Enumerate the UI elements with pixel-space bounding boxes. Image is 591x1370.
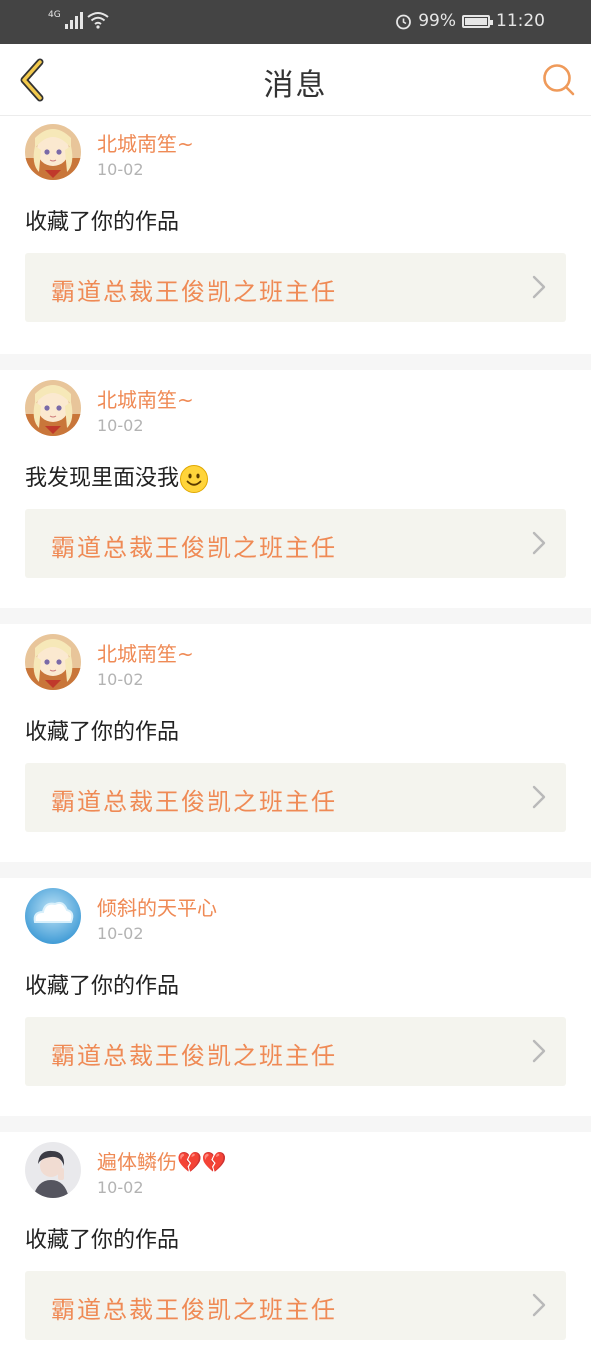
- username-text: 北城南笙~: [97, 388, 194, 412]
- wifi-icon: [87, 12, 109, 29]
- username[interactable]: 北城南笙~: [97, 638, 194, 667]
- avatar[interactable]: [25, 380, 81, 436]
- username-text: 北城南笙~: [97, 642, 194, 666]
- message-text: 收藏了你的作品: [25, 968, 179, 1000]
- avatar[interactable]: [25, 634, 81, 690]
- signal-icon: [64, 11, 83, 29]
- avatar[interactable]: [25, 124, 81, 180]
- alarm-icon: [396, 14, 412, 29]
- status-left: 4G: [48, 11, 109, 29]
- username-text: 倾斜的天平心: [97, 896, 217, 920]
- message-list: 北城南笙~ 10-02 收藏了你的作品 霸道总裁王俊凯之班主任 北城南笙~ 10-02 我发…: [0, 116, 591, 1370]
- work-card[interactable]: 霸道总裁王俊凯之班主任: [25, 1271, 566, 1340]
- message-date: 10-02: [97, 924, 144, 943]
- message-item: 北城南笙~ 10-02 收藏了你的作品霸道总裁王俊凯之班主任: [0, 624, 591, 862]
- username-text: 北城南笙~: [97, 132, 194, 156]
- work-card[interactable]: 霸道总裁王俊凯之班主任: [25, 509, 566, 578]
- clock: 11:20: [496, 11, 545, 31]
- comment-text: 我发现里面没我: [25, 466, 180, 491]
- smiley-emoji-icon: [179, 465, 209, 493]
- message-item: 北城南笙~ 10-02 我发现里面没我霸道总裁王俊凯之班主任: [0, 370, 591, 608]
- section-divider: [0, 862, 591, 878]
- work-title: 霸道总裁王俊凯之班主任: [51, 1296, 337, 1324]
- comment-text: 收藏了你的作品: [25, 1228, 180, 1253]
- message-item: 遍体鳞伤💔💔 10-02 收藏了你的作品霸道总裁王俊凯之班主任: [0, 1132, 591, 1370]
- nav-bar: 消息: [0, 44, 591, 116]
- username[interactable]: 倾斜的天平心: [97, 892, 217, 921]
- search-icon[interactable]: [541, 62, 577, 98]
- avatar[interactable]: [25, 888, 81, 944]
- username-text: 遍体鳞伤: [97, 1150, 177, 1174]
- chevron-right-icon: [532, 531, 546, 555]
- page-title: 消息: [263, 68, 328, 103]
- chevron-right-icon: [532, 1039, 546, 1063]
- work-card[interactable]: 霸道总裁王俊凯之班主任: [25, 763, 566, 832]
- message-text: 我发现里面没我: [25, 460, 209, 494]
- username[interactable]: 北城南笙~: [97, 128, 194, 157]
- message-item: 倾斜的天平心 10-02 收藏了你的作品霸道总裁王俊凯之班主任: [0, 878, 591, 1116]
- work-title: 霸道总裁王俊凯之班主任: [51, 278, 337, 306]
- battery-percent: 99%: [418, 11, 456, 31]
- message-text: 收藏了你的作品: [25, 204, 179, 236]
- message-date: 10-02: [97, 160, 144, 179]
- section-divider: [0, 354, 591, 370]
- message-date: 10-02: [97, 670, 144, 689]
- chevron-right-icon: [532, 1293, 546, 1317]
- message-date: 10-02: [97, 1178, 144, 1197]
- comment-text: 收藏了你的作品: [25, 720, 180, 745]
- work-title: 霸道总裁王俊凯之班主任: [51, 1042, 337, 1070]
- message-date: 10-02: [97, 416, 144, 435]
- chevron-right-icon: [532, 275, 546, 299]
- battery-icon: [462, 14, 493, 28]
- status-right: 99% 11:20: [395, 11, 545, 31]
- avatar[interactable]: [25, 1142, 81, 1198]
- network-type: 4G: [48, 10, 61, 20]
- chevron-right-icon: [532, 785, 546, 809]
- username[interactable]: 遍体鳞伤💔💔: [97, 1146, 227, 1175]
- status-bar: 4G 99% 11:20: [0, 0, 591, 44]
- work-card[interactable]: 霸道总裁王俊凯之班主任: [25, 1017, 566, 1086]
- work-title: 霸道总裁王俊凯之班主任: [51, 534, 337, 562]
- message-item: 北城南笙~ 10-02 收藏了你的作品霸道总裁王俊凯之班主任: [0, 116, 591, 354]
- broken-heart-icon: 💔💔: [177, 1150, 227, 1174]
- username[interactable]: 北城南笙~: [97, 384, 194, 413]
- work-card[interactable]: 霸道总裁王俊凯之班主任: [25, 253, 566, 322]
- message-text: 收藏了你的作品: [25, 714, 179, 746]
- message-text: 收藏了你的作品: [25, 1222, 179, 1254]
- section-divider: [0, 608, 591, 624]
- comment-text: 收藏了你的作品: [25, 210, 180, 235]
- section-divider: [0, 1116, 591, 1132]
- comment-text: 收藏了你的作品: [25, 974, 180, 999]
- work-title: 霸道总裁王俊凯之班主任: [51, 788, 337, 816]
